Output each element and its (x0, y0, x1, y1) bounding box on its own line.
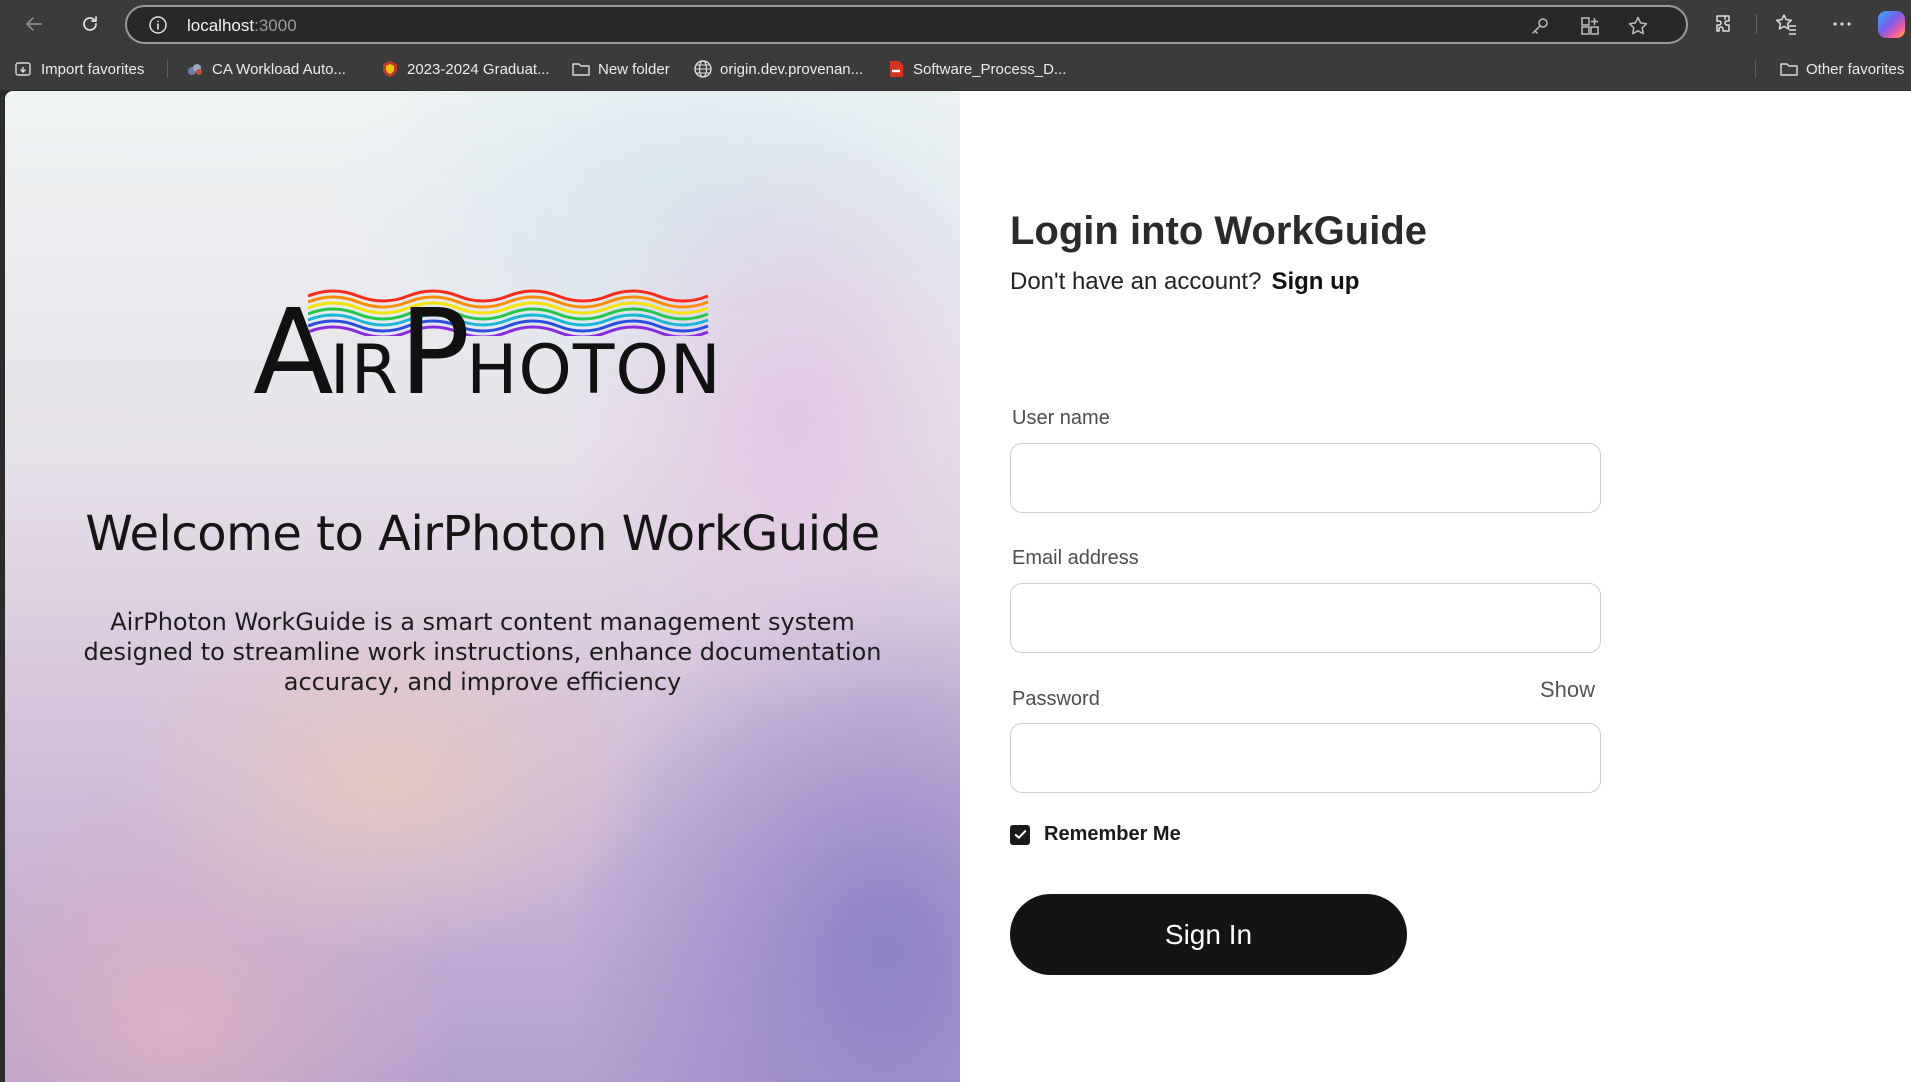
import-icon (15, 62, 31, 76)
page-content: AIRPHOTON Welcome to AirPhoton WorkGuide… (5, 91, 1911, 1082)
signup-prompt: Don't have an account? Sign up (1010, 268, 1359, 296)
signup-link[interactable]: Sign up (1271, 268, 1359, 296)
refresh-icon (83, 16, 97, 31)
url-text[interactable]: localhost:3000 (187, 16, 297, 36)
bookmark-divider (1755, 60, 1756, 78)
email-input[interactable] (1010, 583, 1601, 653)
bookmark-origin-dev[interactable]: origin.dev.provenan... (693, 58, 863, 80)
bookmark-new-folder[interactable]: New folder (571, 58, 670, 80)
welcome-title: Welcome to AirPhoton WorkGuide (85, 506, 880, 562)
url-port: :3000 (254, 16, 297, 35)
app-grid-icon[interactable] (1579, 15, 1601, 37)
username-label: User name (1012, 407, 1110, 429)
extensions-icon[interactable] (1712, 12, 1736, 36)
bookmark-label: Other favorites (1806, 60, 1905, 78)
no-account-text: Don't have an account? (1010, 268, 1262, 295)
bookmark-label: CA Workload Auto... (212, 60, 346, 78)
ca-workload-icon (188, 64, 202, 75)
bookmark-label: 2023-2024 Graduat... (407, 60, 550, 78)
toolbar-divider (1756, 14, 1757, 34)
bookmark-ca-workload[interactable]: CA Workload Auto... (185, 58, 346, 80)
address-bar[interactable]: localhost:3000 (125, 5, 1688, 44)
arrow-left-icon (26, 17, 42, 31)
refresh-button[interactable] (72, 6, 108, 42)
bookmark-import-favorites[interactable]: Import favorites (14, 58, 144, 80)
sign-in-button[interactable]: Sign In (1010, 894, 1407, 975)
favorites-icon[interactable] (1774, 12, 1798, 36)
bookmark-software-process[interactable]: Software_Process_D... (886, 58, 1066, 80)
login-title: Login into WorkGuide (1010, 209, 1427, 253)
remember-me-row[interactable]: Remember Me (1010, 823, 1181, 846)
email-label: Email address (1012, 547, 1139, 569)
star-icon[interactable] (1627, 15, 1649, 37)
pdf-icon (890, 61, 903, 77)
bookmark-other-favorites[interactable]: Other favorites (1779, 58, 1904, 80)
airphoton-logo: AIRPHOTON (253, 286, 721, 411)
university-shield-icon (383, 61, 397, 77)
folder-icon (572, 63, 590, 76)
bookmarks-bar: Import favorites CA Workload Auto... 202… (0, 48, 1911, 90)
browser-toolbar: localhost:3000 (0, 0, 1911, 48)
bookmark-label: Software_Process_D... (913, 60, 1067, 78)
checkmark-icon (1014, 830, 1026, 839)
bookmark-graduate[interactable]: 2023-2024 Graduat... (380, 58, 550, 80)
password-label: Password (1012, 688, 1100, 710)
bookmark-label: New folder (598, 60, 670, 78)
globe-icon (694, 60, 712, 78)
hero-panel: AIRPHOTON Welcome to AirPhoton WorkGuide… (5, 91, 960, 1082)
remember-me-label: Remember Me (1044, 823, 1181, 845)
password-input[interactable] (1010, 723, 1601, 793)
more-options-icon[interactable] (1830, 12, 1854, 36)
back-button[interactable] (16, 6, 52, 42)
key-icon[interactable] (1529, 15, 1551, 37)
info-icon[interactable] (148, 15, 168, 35)
welcome-description: AirPhoton WorkGuide is a smart content m… (83, 608, 882, 696)
copilot-icon[interactable] (1878, 11, 1905, 38)
folder-icon (1780, 63, 1798, 76)
show-password-toggle[interactable]: Show (1540, 677, 1595, 703)
username-input[interactable] (1010, 443, 1601, 513)
bookmark-label: Import favorites (41, 60, 145, 78)
url-host: localhost (187, 16, 255, 35)
remember-me-checkbox[interactable] (1010, 824, 1030, 845)
bookmark-label: origin.dev.provenan... (720, 60, 864, 78)
bookmark-divider (167, 60, 168, 78)
logo-wordmark: AIRPHOTON (253, 283, 722, 421)
login-panel: Login into WorkGuide Don't have an accou… (1010, 91, 1660, 1082)
